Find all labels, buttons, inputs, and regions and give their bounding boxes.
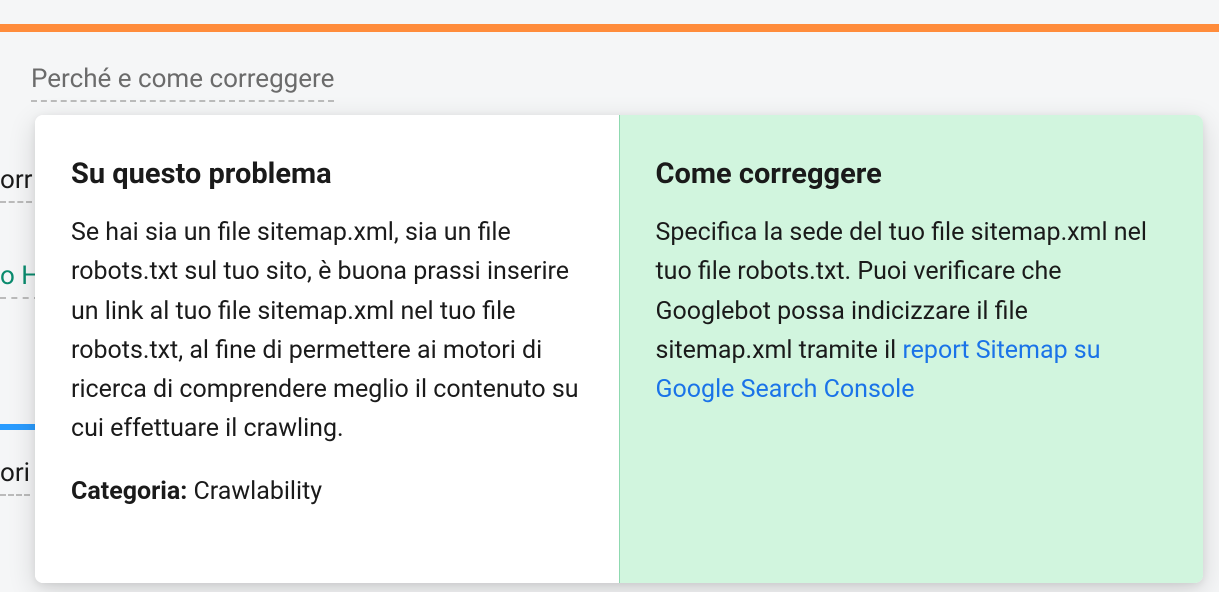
accent-bar (0, 24, 1219, 32)
about-panel: Su questo problema Se hai sia un file si… (35, 115, 620, 583)
category-value-text: Crawlability (194, 477, 323, 506)
bg-row-fragment-3: ori (0, 458, 30, 496)
bg-row-fragment-2: o H (0, 261, 40, 299)
fix-panel: Come correggere Specifica la sede del tu… (620, 115, 1204, 583)
bg-progress-stub (0, 424, 35, 430)
issue-popup: Su questo problema Se hai sia un file si… (35, 115, 1203, 583)
fix-heading: Come correggere (656, 157, 1168, 191)
about-heading: Su questo problema (71, 157, 583, 191)
tooltip-trigger[interactable]: Perché e come correggere (31, 64, 334, 102)
about-body: Se hai sia un file sitemap.xml, sia un f… (71, 213, 583, 449)
fix-body: Specifica la sede del tuo file sitemap.x… (656, 213, 1168, 409)
category-label: Categoria: (71, 477, 187, 506)
bg-row-fragment-1: orr (0, 165, 32, 203)
category-row: Categoria: Crawlability (71, 477, 583, 506)
